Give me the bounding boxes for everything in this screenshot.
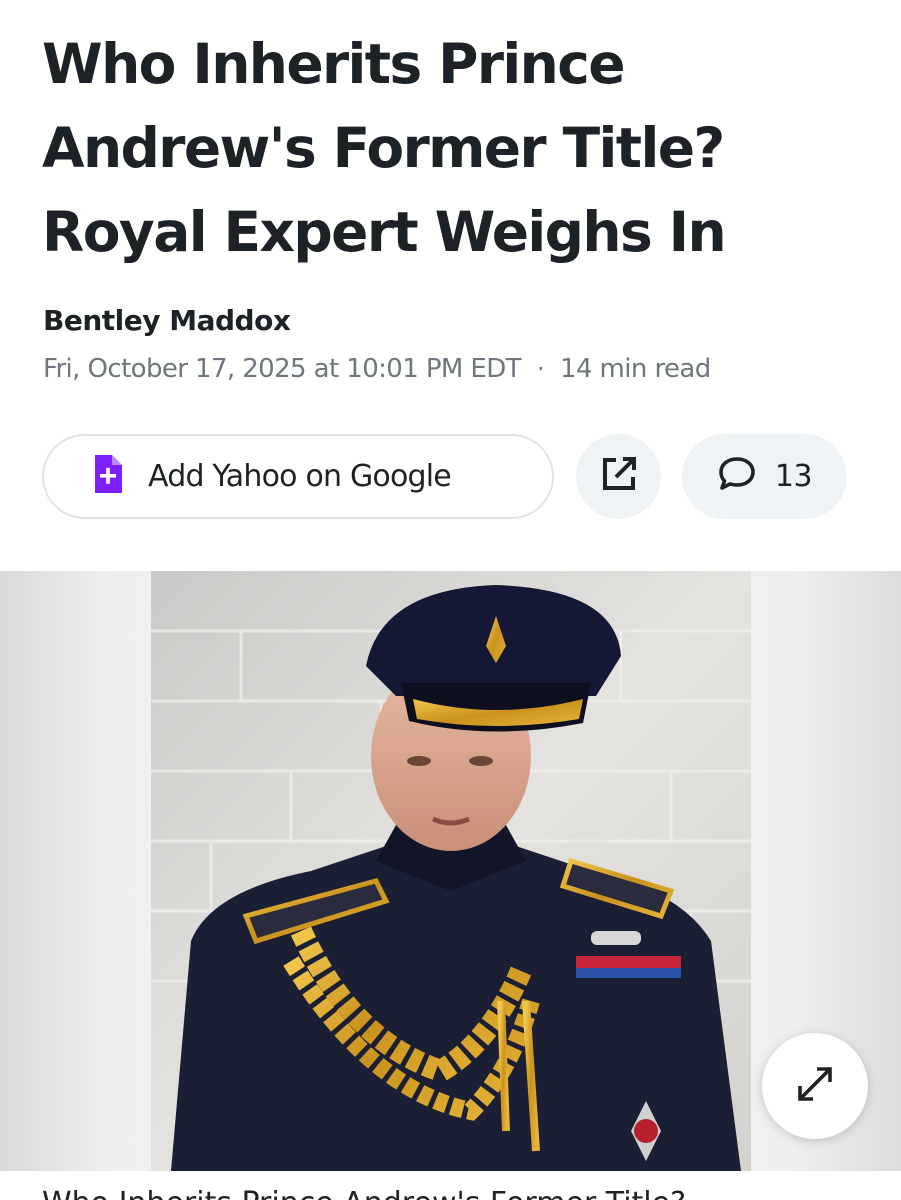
headline-line-1: Who Inherits Prince [42, 32, 626, 96]
headline-line-3: Royal Expert Weighs In [42, 200, 727, 264]
expand-arrows-icon [792, 1061, 838, 1112]
meta-separator: · [536, 355, 545, 383]
hero-photo[interactable] [151, 571, 751, 1171]
external-share-icon [599, 454, 639, 499]
headline-line-2: Andrew's Former Title? [42, 116, 725, 180]
share-button[interactable] [576, 434, 661, 519]
expand-image-button[interactable] [762, 1033, 868, 1139]
publish-date: Fri, October 17, 2025 at 10:01 PM EDT [43, 354, 522, 384]
image-caption: Who Inherits Prince Andrew's Former Titl… [42, 1186, 862, 1200]
article-actions: Add Yahoo on Google 13 [42, 434, 847, 519]
article-headline: Who Inherits Prince Andrew's Former Titl… [42, 22, 862, 274]
add-yahoo-on-google-button[interactable]: Add Yahoo on Google [42, 434, 554, 519]
article-meta: Fri, October 17, 2025 at 10:01 PM EDT · … [43, 354, 711, 384]
comments-button[interactable]: 13 [682, 434, 847, 519]
comment-bubble-icon [717, 455, 757, 498]
read-time: 14 min read [560, 354, 711, 384]
google-news-plus-icon [92, 454, 124, 499]
author-name[interactable]: Bentley Maddox [43, 304, 291, 337]
comment-count: 13 [774, 459, 813, 494]
add-google-label: Add Yahoo on Google [148, 459, 452, 494]
